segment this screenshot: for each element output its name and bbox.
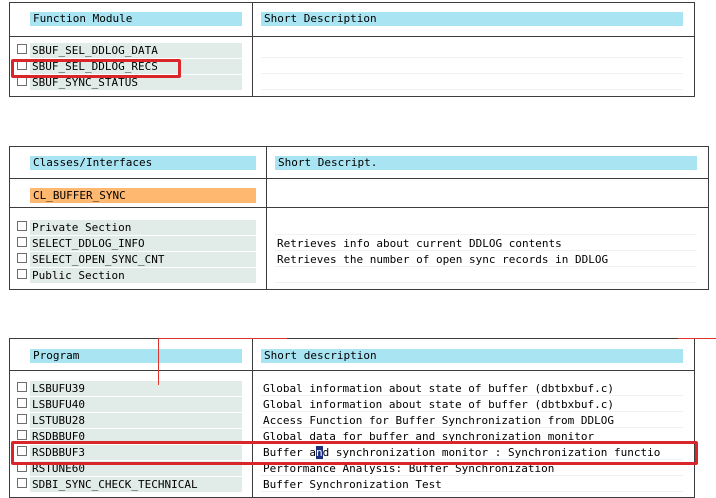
checkbox[interactable] [17, 269, 27, 279]
program-name[interactable]: LSBUFU39 [30, 381, 242, 396]
class-name-highlight[interactable]: CL_BUFFER_SYNC [30, 188, 256, 203]
checkbox[interactable] [17, 44, 27, 54]
class-member-name[interactable]: Public Section [30, 268, 256, 283]
class-member-name[interactable]: SELECT_DDLOG_INFO [30, 236, 256, 251]
class-member-desc [275, 268, 697, 283]
checkbox[interactable] [17, 478, 27, 488]
annotation-line [158, 338, 159, 385]
classes-header: Classes/Interfaces [30, 156, 256, 170]
checkbox[interactable] [17, 221, 27, 231]
checkbox[interactable] [17, 237, 27, 247]
class-member-name[interactable]: SELECT_OPEN_SYNC_CNT [30, 252, 256, 267]
short-descript-header: Short Descript. [275, 156, 697, 170]
short-description-header: Short description [261, 349, 683, 363]
checkbox[interactable] [17, 430, 27, 440]
function-module-header: Function Module [30, 12, 242, 26]
function-module-table: Function Module Short Description SBUF_S… [9, 2, 695, 97]
program-desc: Buffer Synchronization Test [261, 477, 683, 492]
function-module-desc [261, 59, 683, 74]
program-desc: Global information about state of buffer… [261, 397, 683, 412]
function-module-name[interactable]: SBUF_SEL_DDLOG_DATA [30, 43, 242, 58]
classes-table: Classes/Interfaces Short Descript. CL_BU… [9, 146, 709, 290]
program-table: Program Short description LSBUFU39 Globa… [9, 338, 695, 498]
program-name[interactable]: LSTUBU28 [30, 413, 242, 428]
program-desc: Access Function for Buffer Synchronizati… [261, 413, 683, 428]
class-member-desc [275, 220, 697, 235]
short-description-header: Short Description [261, 12, 683, 26]
program-desc: Global information about state of buffer… [261, 381, 683, 396]
checkbox[interactable] [17, 414, 27, 424]
program-header: Program [30, 349, 242, 363]
program-name[interactable]: SDBI_SYNC_CHECK_TECHNICAL [30, 477, 242, 492]
checkbox[interactable] [17, 382, 27, 392]
class-member-desc: Retrieves the number of open sync record… [275, 252, 697, 267]
annotation-highlight-box [11, 59, 181, 78]
checkbox[interactable] [17, 398, 27, 408]
function-module-desc [261, 75, 683, 90]
annotation-line [678, 338, 716, 339]
class-member-desc: Retrieves info about current DDLOG conte… [275, 236, 697, 251]
annotation-highlight-box [11, 441, 698, 465]
function-module-desc [261, 43, 683, 58]
class-member-name[interactable]: Private Section [30, 220, 256, 235]
checkbox[interactable] [17, 253, 27, 263]
program-name[interactable]: LSBUFU40 [30, 397, 242, 412]
annotation-line [159, 338, 287, 339]
